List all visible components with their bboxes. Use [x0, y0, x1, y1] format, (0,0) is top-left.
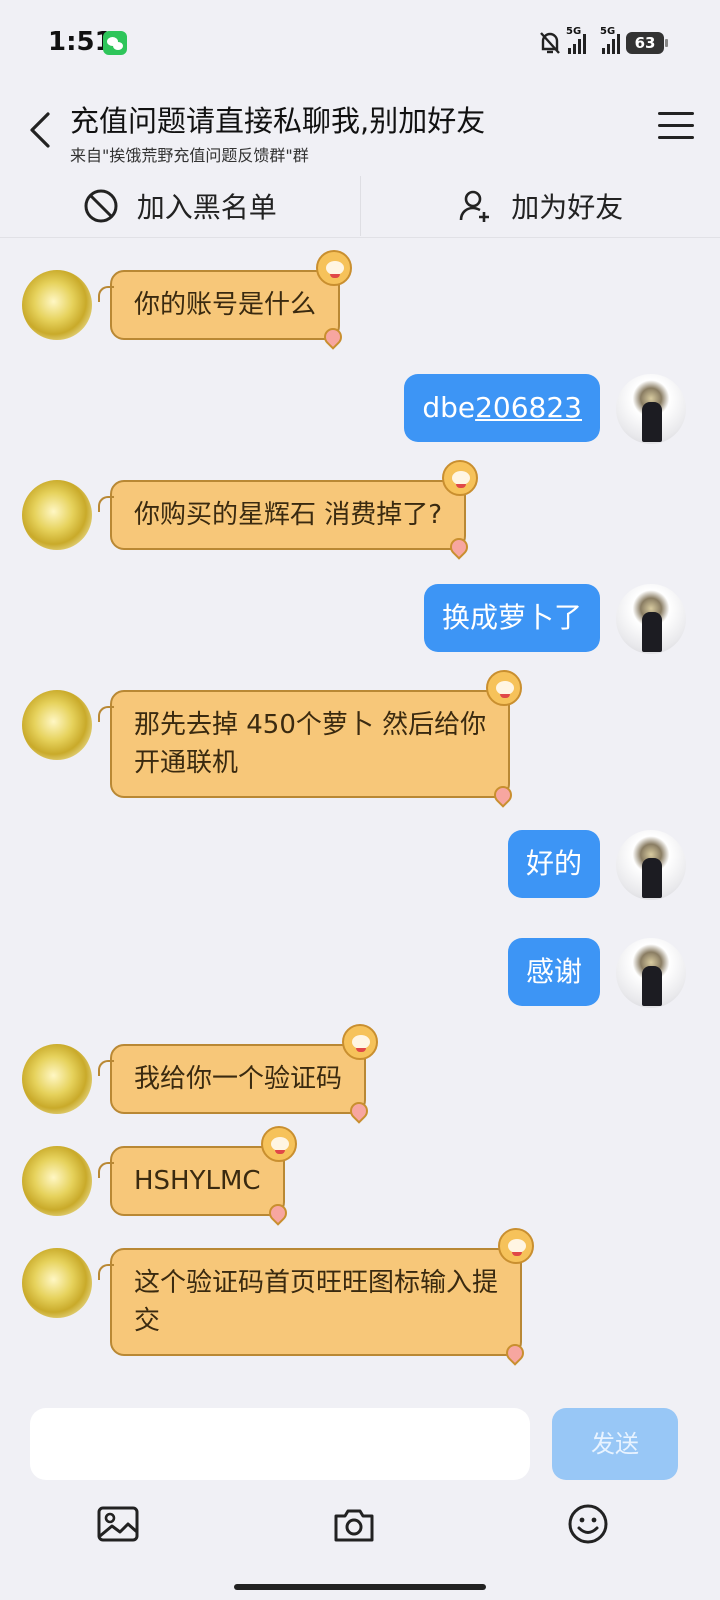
- home-indicator[interactable]: [234, 1584, 486, 1590]
- message-bubble[interactable]: 你的账号是什么: [97, 250, 353, 350]
- status-bar: 1:51 5G 5G 63: [0, 0, 720, 88]
- message-bubble[interactable]: 这个验证码首页旺旺图标输入提 交: [97, 1228, 535, 1366]
- monkey-sticker-icon: [342, 1024, 379, 1060]
- monkey-sticker-icon: [260, 1126, 297, 1162]
- wechat-notification-icon: [103, 31, 127, 55]
- mute-bell-icon: [540, 32, 560, 54]
- avatar[interactable]: [616, 584, 686, 654]
- number-link[interactable]: 206823: [475, 391, 582, 424]
- chat-header: 充值问题请直接私聊我,别加好友 来自"挨饿荒野充值问题反馈群"群: [0, 88, 720, 174]
- add-user-icon: [459, 190, 490, 222]
- peach-sticker-icon: [502, 1340, 528, 1366]
- peach-sticker-icon: [490, 782, 516, 808]
- message-bubble[interactable]: 那先去掉 450个萝卜 然后给你 开通联机: [97, 670, 523, 808]
- send-button[interactable]: 发送: [552, 1408, 678, 1480]
- action-bar: 加入黑名单 加为好友: [0, 174, 720, 238]
- chat-title: 充值问题请直接私聊我,别加好友: [70, 104, 486, 138]
- block-label: 加入黑名单: [136, 190, 277, 224]
- message-bubble[interactable]: 换成萝卜了: [423, 584, 600, 652]
- back-arrow-icon[interactable]: [24, 110, 60, 150]
- peach-sticker-icon: [264, 1200, 291, 1226]
- message-bubble[interactable]: dbe206823: [404, 374, 600, 442]
- signal-2-icon: 5G: [600, 26, 620, 54]
- image-icon[interactable]: [96, 1502, 140, 1546]
- composer-bar: 发送: [0, 1396, 720, 1600]
- monkey-sticker-icon: [316, 250, 353, 286]
- chat-subtitle: 来自"挨饿荒野充值问题反馈群"群: [70, 146, 309, 165]
- monkey-sticker-icon: [442, 460, 479, 496]
- message-input[interactable]: [30, 1408, 530, 1480]
- message-bubble[interactable]: HSHYLMC: [98, 1126, 297, 1226]
- message-bubble[interactable]: 感谢: [507, 938, 600, 1006]
- add-friend-label: 加为好友: [511, 190, 624, 224]
- menu-icon[interactable]: [658, 112, 694, 142]
- system-icons: 5G 5G 63: [538, 26, 668, 58]
- block-button[interactable]: 加入黑名单: [0, 174, 360, 237]
- avatar[interactable]: [22, 690, 92, 760]
- peach-sticker-icon: [446, 534, 472, 560]
- avatar[interactable]: [22, 480, 92, 550]
- monkey-sticker-icon: [498, 1228, 535, 1264]
- avatar[interactable]: [616, 830, 686, 900]
- avatar[interactable]: [22, 1248, 92, 1318]
- battery-icon: 63: [626, 32, 668, 54]
- avatar[interactable]: [22, 270, 92, 340]
- avatar[interactable]: [616, 374, 686, 444]
- camera-icon[interactable]: [332, 1502, 376, 1546]
- signal-1-icon: 5G: [566, 26, 586, 54]
- avatar[interactable]: [22, 1146, 92, 1216]
- peach-sticker-icon: [320, 324, 346, 350]
- message-bubble[interactable]: 我给你一个验证码: [97, 1024, 379, 1124]
- message-list[interactable]: 你的账号是什么 dbe206823 你购买的星辉石 消费掉了? 换成萝卜了 那先…: [0, 238, 720, 1396]
- block-icon: [84, 189, 118, 222]
- avatar[interactable]: [616, 938, 686, 1008]
- monkey-sticker-icon: [486, 670, 523, 706]
- emoji-icon[interactable]: [566, 1502, 610, 1546]
- avatar[interactable]: [22, 1044, 92, 1114]
- message-bubble[interactable]: 好的: [507, 830, 600, 898]
- message-bubble[interactable]: 你购买的星辉石 消费掉了?: [97, 460, 479, 560]
- peach-sticker-icon: [346, 1098, 372, 1124]
- add-friend-button[interactable]: 加为好友: [361, 174, 720, 237]
